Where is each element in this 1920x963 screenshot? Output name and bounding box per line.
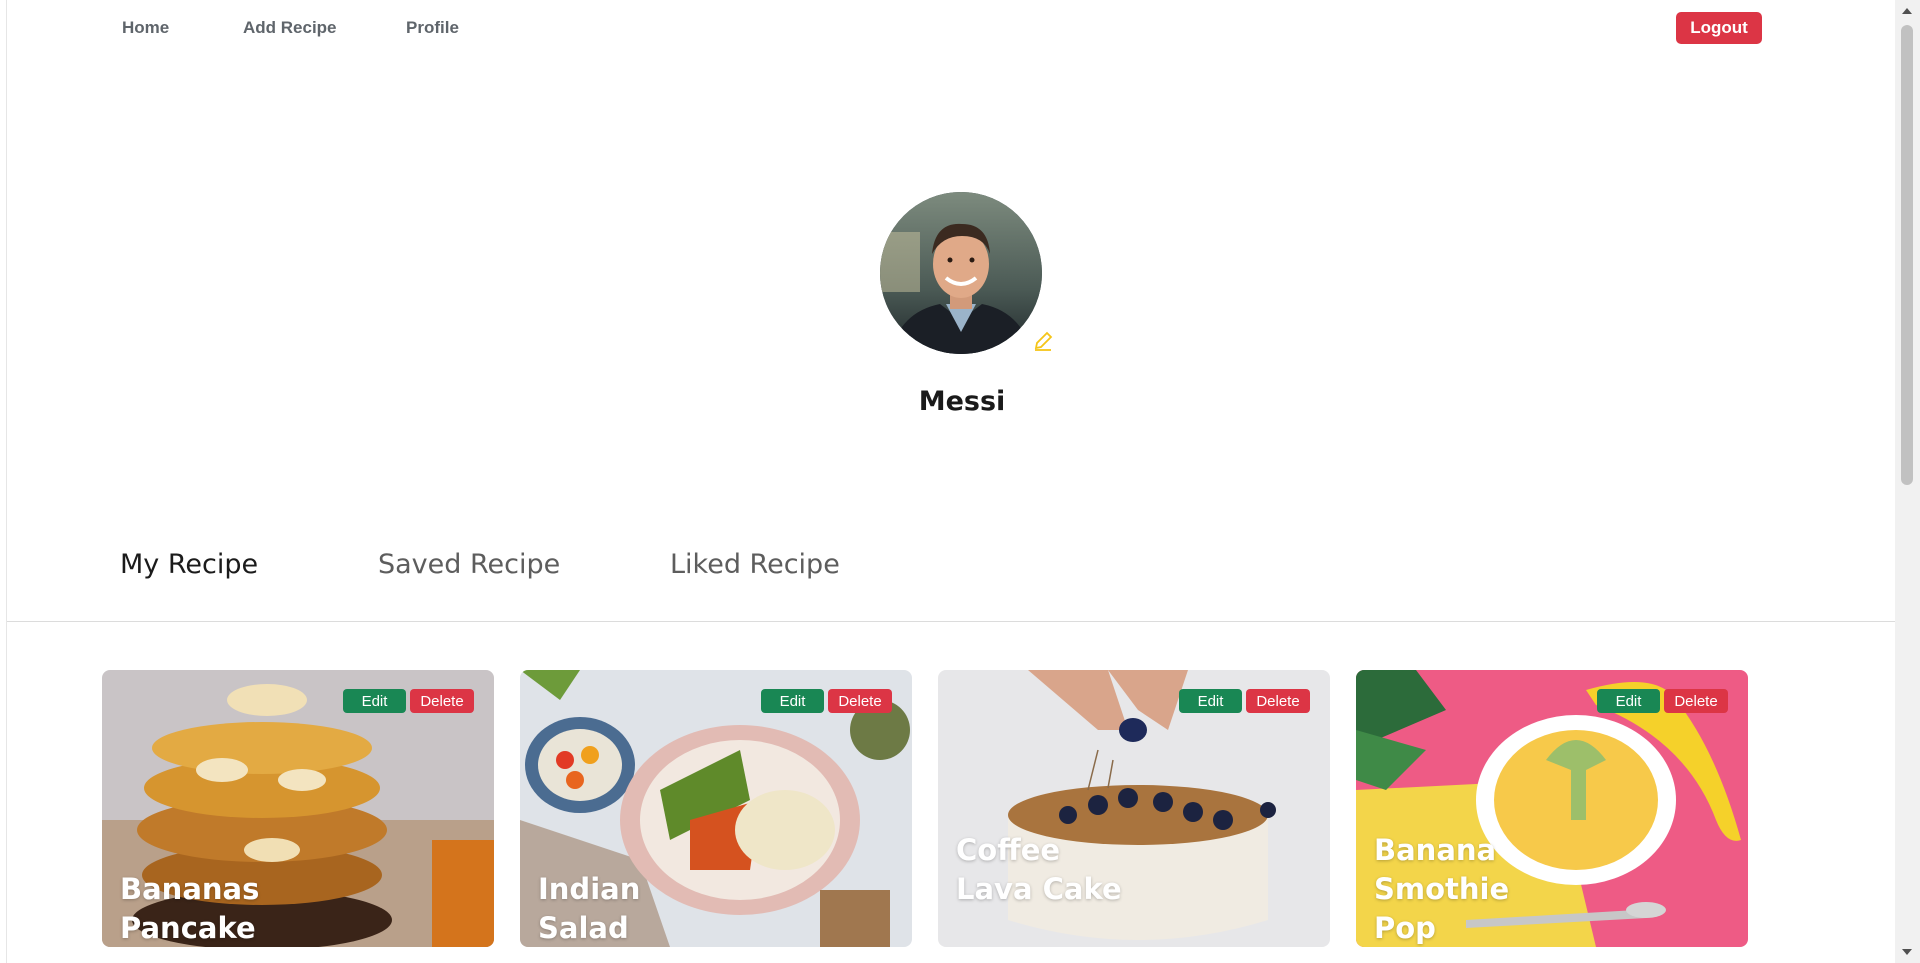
edit-button[interactable]: Edit <box>1179 689 1242 713</box>
scroll-thumb[interactable] <box>1901 25 1913 485</box>
edit-button[interactable]: Edit <box>761 689 824 713</box>
card-title: Indian Salad <box>538 872 641 945</box>
avatar <box>880 192 1042 354</box>
card-actions: Edit Delete <box>1179 689 1310 713</box>
delete-button[interactable]: Delete <box>1664 689 1728 713</box>
nav-profile-link[interactable]: Profile <box>406 18 459 38</box>
card-title: Banana Smothie Pop <box>1374 833 1510 945</box>
scroll-down-arrow-icon[interactable] <box>1902 949 1912 955</box>
recipe-card[interactable]: Edit Delete Indian Salad <box>520 670 912 947</box>
recipe-card[interactable]: Edit Delete Banana Smothie Pop <box>1356 670 1748 947</box>
recipe-card[interactable]: Edit Delete Coffee Lava Cake <box>938 670 1330 947</box>
delete-button[interactable]: Delete <box>1246 689 1310 713</box>
scroll-up-arrow-icon[interactable] <box>1902 8 1912 14</box>
page-scrollbar[interactable] <box>1895 0 1920 963</box>
navbar: Home Add Recipe Profile Logout <box>7 0 1895 58</box>
card-actions: Edit Delete <box>1597 689 1728 713</box>
delete-button[interactable]: Delete <box>828 689 892 713</box>
card-title: Bananas Pancake <box>120 872 260 945</box>
edit-button[interactable]: Edit <box>343 689 406 713</box>
recipe-card[interactable]: Edit Delete Bananas Pancake <box>102 670 494 947</box>
tab-my-recipe[interactable]: My Recipe <box>120 549 258 580</box>
card-actions: Edit Delete <box>761 689 892 713</box>
card-title: Coffee Lava Cake <box>956 833 1122 906</box>
delete-button[interactable]: Delete <box>410 689 474 713</box>
logout-button[interactable]: Logout <box>1676 12 1762 44</box>
card-actions: Edit Delete <box>343 689 474 713</box>
tab-liked-recipe[interactable]: Liked Recipe <box>670 549 840 580</box>
username: Messi <box>918 386 1006 417</box>
pencil-icon[interactable] <box>1032 330 1054 352</box>
nav-add-recipe-link[interactable]: Add Recipe <box>243 18 337 38</box>
edit-button[interactable]: Edit <box>1597 689 1660 713</box>
nav-home-link[interactable]: Home <box>122 18 169 38</box>
tabs-divider <box>7 621 1895 622</box>
profile-page: Home Add Recipe Profile Logout Messi My … <box>6 0 1895 963</box>
tab-saved-recipe[interactable]: Saved Recipe <box>378 549 560 580</box>
